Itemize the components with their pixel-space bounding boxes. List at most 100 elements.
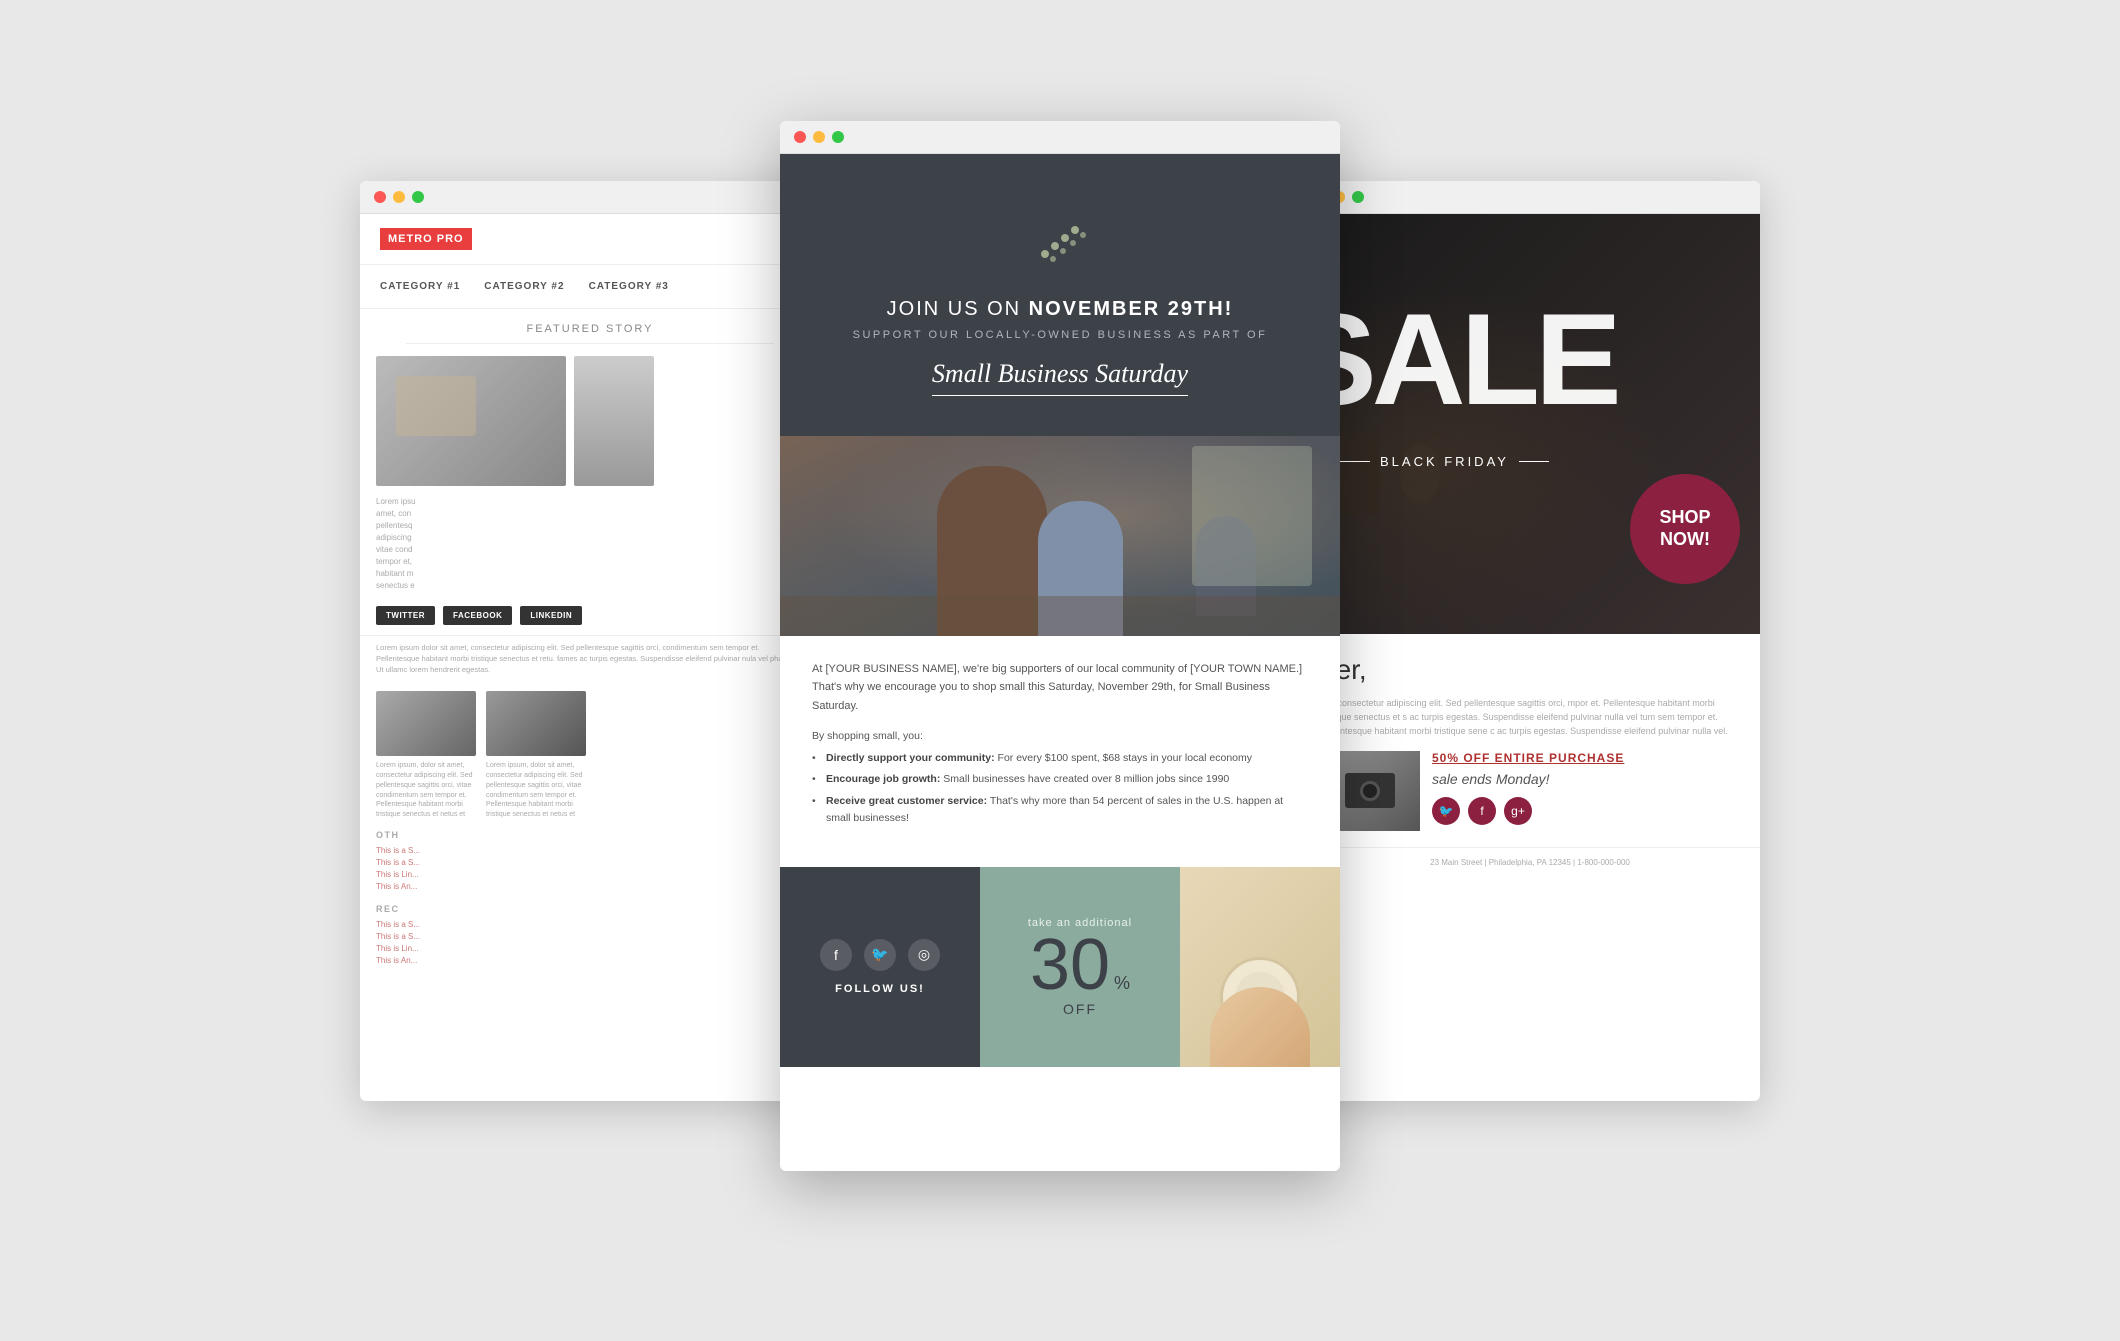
nav-item-2[interactable]: CATEGORY #2	[484, 281, 564, 292]
black-friday-hero: SALE BLACK FRIDAY SHOPNOW!	[1300, 214, 1760, 634]
link-2[interactable]: This is a S...	[376, 858, 804, 867]
titlebar-right	[1300, 181, 1760, 214]
greeting: ber,	[1320, 654, 1740, 686]
metro-nav: CATEGORY #1 CATEGORY #2 CATEGORY #3	[360, 265, 820, 309]
right-gplus-icon[interactable]: g+	[1504, 797, 1532, 825]
feat-text: Lorem ipsuamet, conpellentesqadipiscingv…	[360, 496, 820, 600]
sale-ends: sale ends Monday!	[1432, 771, 1740, 787]
bullet-1: Directly support your community: For eve…	[812, 750, 1308, 767]
featured-image-side	[574, 356, 654, 486]
thumb-text-1: Lorem ipsum, dolor sit amet, consectetur…	[376, 761, 476, 820]
thumb-row: Lorem ipsum, dolor sit amet, consectetur…	[360, 681, 820, 830]
thumb-item-1: Lorem ipsum, dolor sit amet, consectetur…	[376, 691, 476, 820]
follow-icons: f 🐦 ◎	[820, 939, 940, 971]
rec-label: REC	[376, 904, 804, 914]
brand-logo-icon	[1025, 204, 1095, 274]
metro-logo: METRO PRO	[380, 228, 472, 250]
link-4[interactable]: This is An...	[376, 882, 804, 891]
dot-red	[374, 191, 386, 203]
linkedin-btn[interactable]: LINKEDIN	[520, 606, 582, 625]
link-3[interactable]: This is Lin...	[376, 870, 804, 879]
fifty-off-label: 50% OFF ENTIRE PURCHASE	[1432, 751, 1740, 765]
facebook-btn[interactable]: FACEBOOK	[443, 606, 512, 625]
featured-divider	[406, 343, 774, 344]
bullet-2: Encourage job growth: Small businesses h…	[812, 771, 1308, 788]
instagram-icon[interactable]: ◎	[908, 939, 940, 971]
window-right: SALE BLACK FRIDAY SHOPNOW! ber, eet, con…	[1300, 181, 1760, 1101]
social-buttons: TWITTER FACEBOOK LINKEDIN	[360, 600, 820, 635]
bullet-3: Receive great customer service: That's w…	[812, 793, 1308, 827]
footer-follow: f 🐦 ◎ FOLLOW US!	[780, 867, 980, 1067]
small-biz-title: Small Business Saturday	[932, 359, 1188, 396]
rec-link-1[interactable]: This is a S...	[376, 920, 804, 929]
titlebar-left	[360, 181, 820, 214]
right-body-text: eet, consectetur adipiscing elit. Sed pe…	[1320, 696, 1740, 739]
other-label: OTH	[376, 830, 804, 840]
bf-line-right	[1519, 461, 1549, 462]
thumb-img-1	[376, 691, 476, 756]
right-social-row: 🐦 f g+	[1432, 797, 1740, 825]
footer-discount: take an additional 30 % OFF	[980, 867, 1180, 1067]
nav-item-3[interactable]: CATEGORY #3	[589, 281, 669, 292]
footer-food-image	[1180, 867, 1340, 1067]
right-hand-section: 50% OFF ENTIRE PURCHASE sale ends Monday…	[1300, 751, 1760, 847]
window-left: METRO PRO CATEGORY #1 CATEGORY #2 CATEGO…	[360, 181, 820, 1101]
titlebar-center	[780, 121, 1340, 154]
body-intro: At [YOUR BUSINESS NAME], we're big suppo…	[812, 660, 1308, 716]
thumb-item-2: Lorem ipsum, dolor sit amet, consectetur…	[486, 691, 586, 820]
thumb-text-2: Lorem ipsum, dolor sit amet, consectetur…	[486, 761, 586, 820]
rec-link-2[interactable]: This is a S...	[376, 932, 804, 941]
right-text-section: ber, eet, consectetur adipiscing elit. S…	[1300, 634, 1760, 739]
rec-link-3[interactable]: This is Lin...	[376, 944, 804, 953]
shop-now-button[interactable]: SHOPNOW!	[1630, 474, 1740, 584]
follow-label: FOLLOW US!	[835, 983, 925, 995]
right-twitter-icon[interactable]: 🐦	[1432, 797, 1460, 825]
right-footer: 23 Main Street | Philadelphia, PA 12345 …	[1300, 847, 1760, 877]
featured-image-main	[376, 356, 566, 486]
black-friday-label: BLACK FRIDAY	[1340, 454, 1549, 469]
bf-text: BLACK FRIDAY	[1380, 454, 1509, 469]
other-links: OTH This is a S... This is a S... This i…	[360, 830, 820, 904]
right-promo: 50% OFF ENTIRE PURCHASE sale ends Monday…	[1432, 751, 1740, 831]
percent-sign: %	[1114, 973, 1130, 994]
metro-header: METRO PRO	[360, 214, 820, 265]
center-body: At [YOUR BUSINESS NAME], we're big suppo…	[780, 636, 1340, 867]
discount-display: 30 %	[1030, 929, 1130, 1001]
join-us-text: JOIN US ON NOVEMBER 29th!	[810, 298, 1310, 321]
bullet-list: Directly support your community: For eve…	[812, 750, 1308, 827]
cup-1	[1400, 444, 1440, 504]
dot-green	[412, 191, 424, 203]
discount-off: OFF	[1063, 1001, 1097, 1017]
shopping-small-label: By shopping small, you:	[812, 730, 1308, 742]
link-1[interactable]: This is a S...	[376, 846, 804, 855]
center-dot-yellow	[813, 131, 825, 143]
right-facebook-icon[interactable]: f	[1468, 797, 1496, 825]
shop-now-text: SHOPNOW!	[1659, 507, 1710, 550]
window-light	[1192, 446, 1312, 586]
featured-image-area	[360, 356, 820, 496]
dot-yellow	[393, 191, 405, 203]
discount-number: 30	[1030, 929, 1110, 1001]
scene: METRO PRO CATEGORY #1 CATEGORY #2 CATEGO…	[360, 121, 1760, 1221]
support-text: SUPPORT OUR LOCALLY-OWNED BUSINESS AS PA…	[810, 329, 1310, 341]
featured-label: FEATURED STORY	[360, 309, 820, 343]
center-header: JOIN US ON NOVEMBER 29th! SUPPORT OUR LO…	[780, 154, 1340, 436]
thumb-img-2	[486, 691, 586, 756]
cafe-image	[780, 436, 1340, 636]
rec-links: REC This is a S... This is a S... This i…	[360, 904, 820, 978]
twitter-btn[interactable]: TWITTER	[376, 606, 435, 625]
twitter-icon[interactable]: 🐦	[864, 939, 896, 971]
bf-line-left	[1340, 461, 1370, 462]
facebook-icon[interactable]: f	[820, 939, 852, 971]
center-dot-green	[832, 131, 844, 143]
right-dot-green	[1352, 191, 1364, 203]
rec-link-4[interactable]: This is An...	[376, 956, 804, 965]
window-center: JOIN US ON NOVEMBER 29th! SUPPORT OUR LO…	[780, 121, 1340, 1171]
center-footer: f 🐦 ◎ FOLLOW US! take an additional 30 %…	[780, 867, 1340, 1067]
body-text-left: Lorem ipsum dolor sit amet, consectetur …	[360, 635, 820, 682]
nav-item-1[interactable]: CATEGORY #1	[380, 281, 460, 292]
table-surface	[780, 596, 1340, 636]
left-content: METRO PRO CATEGORY #1 CATEGORY #2 CATEGO…	[360, 214, 820, 979]
sale-text: SALE	[1300, 294, 1617, 424]
center-dot-red	[794, 131, 806, 143]
